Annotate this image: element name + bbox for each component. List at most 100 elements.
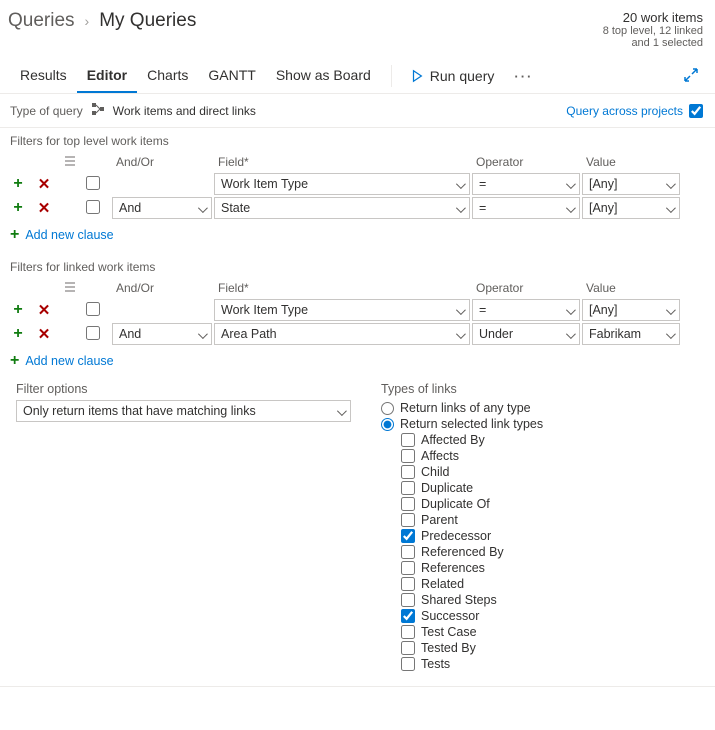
linked-filters-label: Filters for linked work items [0,254,715,278]
tab-show-as-board[interactable]: Show as Board [266,59,381,93]
radio-selected-input[interactable] [381,418,394,431]
link-type-checkbox[interactable] [401,497,415,511]
remove-clause-icon[interactable]: ✕ [34,198,54,218]
link-type-item[interactable]: Predecessor [381,528,543,544]
radio-return-selected[interactable]: Return selected link types [381,416,543,432]
filter-options-select[interactable]: Only return items that have matching lin… [16,400,351,422]
link-type-checkbox[interactable] [401,545,415,559]
link-type-item[interactable]: References [381,560,543,576]
link-type-item[interactable]: Related [381,576,543,592]
tab-charts[interactable]: Charts [137,59,198,93]
remove-clause-icon[interactable]: ✕ [34,174,54,194]
link-type-checkbox[interactable] [401,433,415,447]
radio-any-input[interactable] [381,402,394,415]
add-clause-icon[interactable]: + [8,198,28,218]
field-select[interactable]: Work Item Type [214,299,470,321]
stats-line-2: and 1 selected [603,37,703,49]
link-type-item[interactable]: Tests [381,656,543,672]
add-new-clause-linked[interactable]: + Add new clause [0,346,715,380]
link-type-label: Parent [421,513,458,527]
breadcrumb-current: My Queries [99,10,196,32]
row-checkbox[interactable] [86,302,100,316]
link-type-item[interactable]: Affects [381,448,543,464]
link-type-checkbox[interactable] [401,513,415,527]
link-type-label: Tests [421,657,450,671]
row-checkbox[interactable] [86,326,100,340]
breadcrumb-root[interactable]: Queries [8,10,75,32]
add-clause-icon[interactable]: + [8,300,28,320]
link-type-label: Referenced By [421,545,504,559]
row-checkbox[interactable] [86,176,100,190]
link-type-checkbox[interactable] [401,529,415,543]
link-type-label: Duplicate [421,481,473,495]
linked-filter-row: + ✕ And Area Path Under Fabrikam [0,322,715,346]
field-select[interactable]: Area Path [214,323,470,345]
link-type-checkbox[interactable] [401,561,415,575]
link-type-item[interactable]: Test Case [381,624,543,640]
add-new-clause-top[interactable]: + Add new clause [0,220,715,254]
link-type-item[interactable]: Affected By [381,432,543,448]
link-type-item[interactable]: Duplicate [381,480,543,496]
work-item-count: 20 work items [603,10,703,25]
top-filters-grid: And/Or Field* Operator Value + ✕ Work It… [0,152,715,220]
tab-gantt[interactable]: GANTT [198,59,265,93]
add-clause-icon[interactable]: + [8,324,28,344]
value-select[interactable]: Fabrikam [582,323,680,345]
filter-options-label: Filter options [16,382,351,396]
andor-select[interactable]: And [112,197,212,219]
value-select[interactable]: [Any] [582,299,680,321]
operator-select[interactable]: Under [472,323,580,345]
operator-select[interactable]: = [472,197,580,219]
link-type-item[interactable]: Referenced By [381,544,543,560]
radio-any-label: Return links of any type [400,401,531,415]
top-filters-label: Filters for top level work items [0,128,715,152]
link-type-item[interactable]: Child [381,464,543,480]
link-type-label: Affected By [421,433,485,447]
linked-filters-grid: And/Or Field* Operator Value + ✕ Work It… [0,278,715,346]
link-type-checkbox[interactable] [401,481,415,495]
link-type-item[interactable]: Parent [381,512,543,528]
link-type-label: References [421,561,485,575]
tab-divider [391,65,392,87]
link-type-item[interactable]: Tested By [381,640,543,656]
link-type-checkbox[interactable] [401,465,415,479]
header-andor: And/Or [112,153,212,171]
field-select[interactable]: Work Item Type [214,173,470,195]
query-across-projects-checkbox[interactable] [689,104,703,118]
add-clause-icon[interactable]: + [8,174,28,194]
plus-icon: + [10,226,19,244]
link-type-checkbox[interactable] [401,641,415,655]
more-actions-button[interactable]: ··· [502,61,545,92]
link-type-label: Child [421,465,450,479]
link-type-checkbox[interactable] [401,609,415,623]
andor-select[interactable]: And [112,323,212,345]
chevron-right-icon: › [85,13,90,29]
header-operator: Operator [472,279,580,297]
top-filter-row: + ✕ Work Item Type = [Any] [0,172,715,196]
remove-clause-icon[interactable]: ✕ [34,300,54,320]
value-select[interactable]: [Any] [582,173,680,195]
link-type-item[interactable]: Duplicate Of [381,496,543,512]
operator-select[interactable]: = [472,299,580,321]
link-type-label: Test Case [421,625,477,639]
expand-button[interactable] [677,61,705,92]
tab-editor[interactable]: Editor [77,59,137,93]
link-type-item[interactable]: Successor [381,608,543,624]
operator-select[interactable]: = [472,173,580,195]
link-type-checkbox[interactable] [401,593,415,607]
value-select[interactable]: [Any] [582,197,680,219]
add-clause-label: Add new clause [25,228,113,242]
type-of-query-value[interactable]: Work items and direct links [113,104,256,118]
link-type-checkbox[interactable] [401,577,415,591]
remove-clause-icon[interactable]: ✕ [34,324,54,344]
tab-results[interactable]: Results [10,59,77,93]
link-type-checkbox[interactable] [401,449,415,463]
link-type-item[interactable]: Shared Steps [381,592,543,608]
link-type-checkbox[interactable] [401,625,415,639]
row-checkbox[interactable] [86,200,100,214]
link-type-checkbox[interactable] [401,657,415,671]
field-select[interactable]: State [214,197,470,219]
run-query-button[interactable]: Run query [402,60,503,92]
radio-return-any[interactable]: Return links of any type [381,400,543,416]
link-type-label: Shared Steps [421,593,497,607]
